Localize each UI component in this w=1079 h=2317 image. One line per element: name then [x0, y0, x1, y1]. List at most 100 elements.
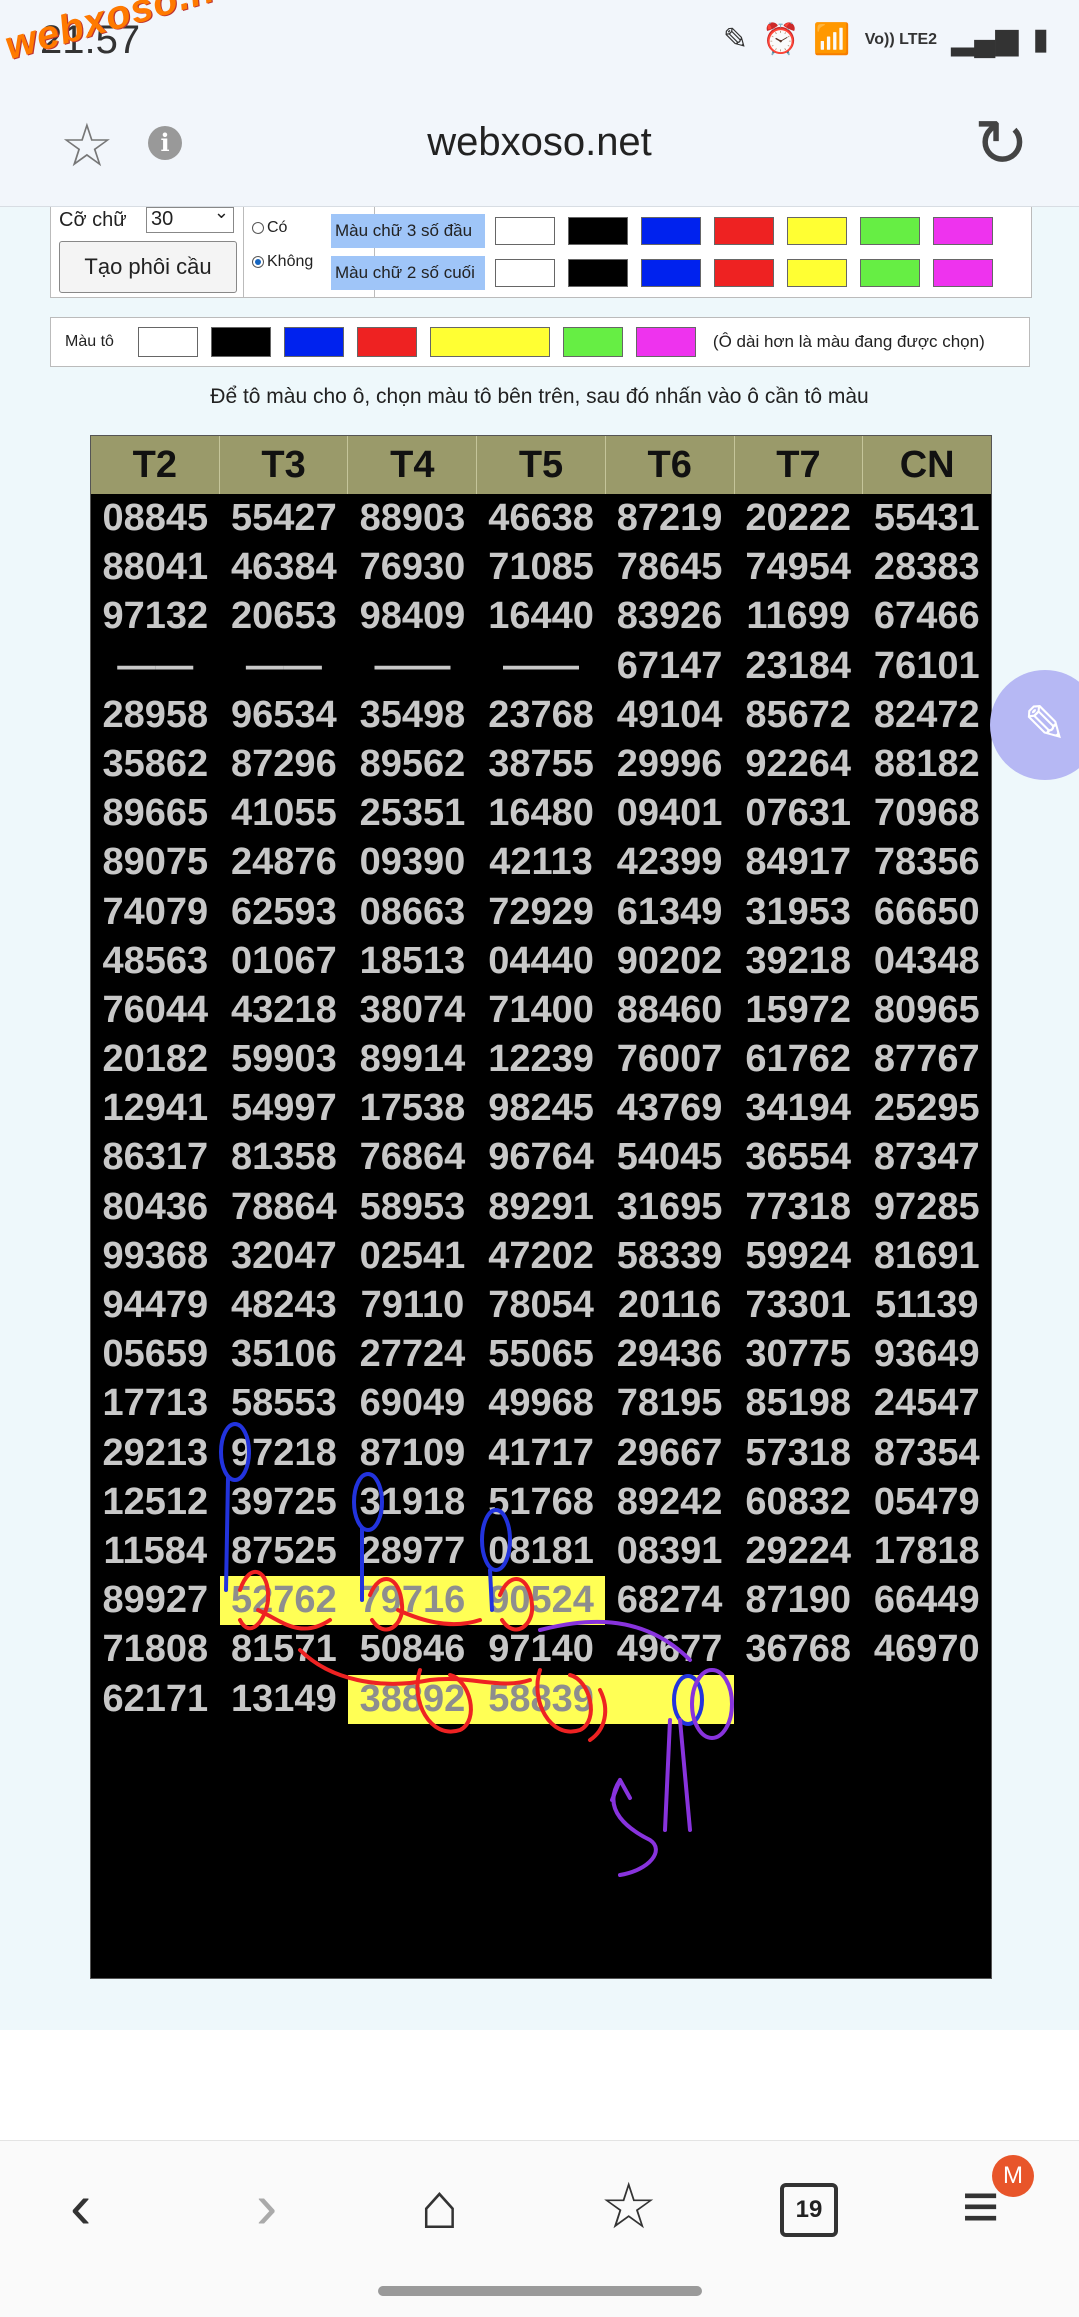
- table-cell[interactable]: 48563: [91, 937, 220, 986]
- table-cell[interactable]: 83926: [605, 592, 734, 641]
- table-cell[interactable]: 39218: [734, 937, 863, 986]
- table-cell[interactable]: 86317: [91, 1133, 220, 1182]
- color-swatch[interactable]: [641, 217, 701, 245]
- table-cell[interactable]: 76007: [605, 1035, 734, 1084]
- table-cell[interactable]: 78195: [605, 1379, 734, 1428]
- table-cell[interactable]: 93649: [862, 1330, 991, 1379]
- back-icon[interactable]: ‹: [70, 2171, 91, 2241]
- color-swatch[interactable]: [568, 217, 628, 245]
- table-cell[interactable]: 68274: [605, 1576, 734, 1625]
- table-cell[interactable]: 48243: [220, 1281, 349, 1330]
- table-cell[interactable]: 28383: [862, 543, 991, 592]
- table-cell[interactable]: 36554: [734, 1133, 863, 1182]
- table-cell[interactable]: 42399: [605, 838, 734, 887]
- table-cell[interactable]: 31695: [605, 1183, 734, 1232]
- color-swatch[interactable]: [495, 217, 555, 245]
- table-cell[interactable]: 08845: [91, 494, 220, 543]
- table-cell[interactable]: 87767: [862, 1035, 991, 1084]
- reload-icon[interactable]: ↻: [974, 108, 1029, 178]
- table-cell[interactable]: 97132: [91, 592, 220, 641]
- table-cell[interactable]: 23768: [477, 691, 606, 740]
- table-cell[interactable]: 79110: [348, 1281, 477, 1330]
- table-cell[interactable]: 88041: [91, 543, 220, 592]
- radio-no[interactable]: [252, 256, 264, 268]
- table-cell[interactable]: 05479: [862, 1478, 991, 1527]
- table-cell[interactable]: 49968: [477, 1379, 606, 1428]
- table-cell[interactable]: 38074: [348, 986, 477, 1035]
- color-swatch[interactable]: [283, 327, 344, 357]
- table-cell[interactable]: 87347: [862, 1133, 991, 1182]
- color-swatch[interactable]: [568, 259, 628, 287]
- table-cell[interactable]: 78356: [862, 838, 991, 887]
- table-cell[interactable]: 67466: [862, 592, 991, 641]
- table-cell[interactable]: 16480: [477, 789, 606, 838]
- table-cell[interactable]: 94479: [91, 1281, 220, 1330]
- color-swatch[interactable]: [137, 327, 198, 357]
- table-cell[interactable]: 76864: [348, 1133, 477, 1182]
- table-cell[interactable]: 58839: [476, 1674, 606, 1724]
- table-cell[interactable]: 17818: [862, 1527, 991, 1576]
- table-cell[interactable]: 88903: [348, 494, 477, 543]
- table-cell[interactable]: 31953: [734, 888, 863, 937]
- table-cell[interactable]: 96534: [220, 691, 349, 740]
- table-cell[interactable]: 51139: [862, 1281, 991, 1330]
- table-cell[interactable]: 09390: [348, 838, 477, 887]
- color-swatch[interactable]: [495, 259, 555, 287]
- table-cell[interactable]: 17538: [348, 1084, 477, 1133]
- color-swatch[interactable]: [641, 259, 701, 287]
- table-cell[interactable]: 71808: [91, 1625, 220, 1674]
- table-cell[interactable]: 89242: [605, 1478, 734, 1527]
- table-cell[interactable]: 78054: [477, 1281, 606, 1330]
- table-cell[interactable]: 46384: [220, 543, 349, 592]
- table-cell[interactable]: 89562: [348, 740, 477, 789]
- table-cell[interactable]: 29667: [605, 1429, 734, 1478]
- table-cell[interactable]: 35498: [348, 691, 477, 740]
- table-cell[interactable]: 08663: [348, 888, 477, 937]
- table-cell[interactable]: 05659: [91, 1330, 220, 1379]
- table-cell[interactable]: 87109: [348, 1429, 477, 1478]
- table-cell[interactable]: 77318: [734, 1183, 863, 1232]
- table-cell[interactable]: 35862: [91, 740, 220, 789]
- table-cell[interactable]: 67147: [605, 642, 734, 691]
- table-cell[interactable]: 88460: [605, 986, 734, 1035]
- color-swatch[interactable]: [860, 259, 920, 287]
- color-swatch[interactable]: [787, 259, 847, 287]
- table-cell[interactable]: 71400: [477, 986, 606, 1035]
- table-cell[interactable]: 99368: [91, 1232, 220, 1281]
- table-cell[interactable]: 97218: [220, 1429, 349, 1478]
- table-cell[interactable]: 46970: [862, 1625, 991, 1674]
- table-cell[interactable]: [862, 1675, 991, 1724]
- table-cell[interactable]: 20653: [220, 592, 349, 641]
- table-cell[interactable]: 42113: [477, 838, 606, 887]
- table-cell[interactable]: 12512: [91, 1478, 220, 1527]
- table-cell[interactable]: 55427: [220, 494, 349, 543]
- color-swatch[interactable]: [933, 259, 993, 287]
- radio-no-row[interactable]: Không: [252, 253, 313, 271]
- table-cell[interactable]: 34194: [734, 1084, 863, 1133]
- table-cell[interactable]: 76044: [91, 986, 220, 1035]
- table-cell[interactable]: 73301: [734, 1281, 863, 1330]
- table-cell[interactable]: 90524: [476, 1576, 606, 1626]
- table-cell[interactable]: 59924: [734, 1232, 863, 1281]
- table-cell[interactable]: 57318: [734, 1429, 863, 1478]
- color-swatch[interactable]: [714, 217, 774, 245]
- table-cell[interactable]: 27724: [348, 1330, 477, 1379]
- table-cell[interactable]: 54997: [220, 1084, 349, 1133]
- table-cell[interactable]: 18513: [348, 937, 477, 986]
- table-cell[interactable]: 66650: [862, 888, 991, 937]
- avatar[interactable]: M: [992, 2155, 1034, 2197]
- table-cell[interactable]: 72929: [477, 888, 606, 937]
- table-cell[interactable]: 09401: [605, 789, 734, 838]
- table-cell[interactable]: 76101: [862, 642, 991, 691]
- table-cell[interactable]: 58953: [348, 1183, 477, 1232]
- table-cell[interactable]: 08391: [605, 1527, 734, 1576]
- home-indicator[interactable]: [378, 2286, 702, 2296]
- table-cell[interactable]: 07631: [734, 789, 863, 838]
- table-cell[interactable]: 90202: [605, 937, 734, 986]
- table-cell[interactable]: 97140: [477, 1625, 606, 1674]
- table-cell[interactable]: 66449: [862, 1576, 991, 1625]
- table-cell[interactable]: 15972: [734, 986, 863, 1035]
- bookmarks-star-icon[interactable]: ☆: [600, 2171, 657, 2241]
- table-cell[interactable]: 87190: [734, 1576, 863, 1625]
- table-cell[interactable]: 25295: [862, 1084, 991, 1133]
